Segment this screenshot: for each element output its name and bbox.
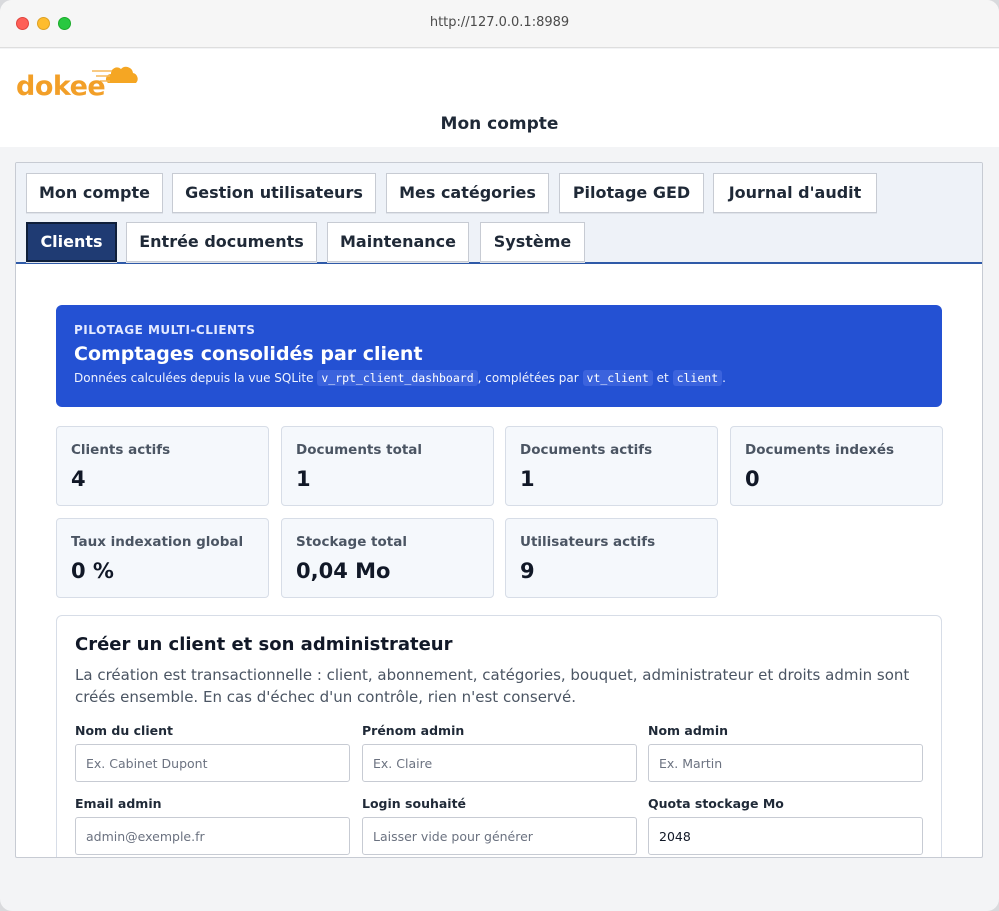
dokee-logo[interactable]: dokee [16,57,140,103]
tab-journal-audit[interactable]: Journal d'audit [713,173,877,213]
stat-card: Utilisateurs actifs 9 [505,518,718,598]
stat-card: Clients actifs 4 [56,426,269,506]
admin-lastname-input[interactable] [648,744,923,782]
tab-gestion-utilisateurs[interactable]: Gestion utilisateurs [172,173,376,213]
banner-description: Données calculées depuis la vue SQLite v… [74,370,726,386]
login-label: Login souhaité [362,796,467,811]
login-input[interactable] [362,817,637,855]
banner-desc-text: et [656,371,669,385]
browser-window: http://127.0.0.1:8989 dokee Mon compte M… [0,0,999,911]
stat-label: Utilisateurs actifs [520,534,656,550]
stat-label: Documents total [296,442,423,458]
address-bar[interactable]: http://127.0.0.1:8989 [0,15,999,30]
stat-card: Documents actifs 1 [505,426,718,506]
client-name-label: Nom du client [75,723,173,738]
stat-label: Clients actifs [71,442,171,458]
stat-card: Stockage total 0,04 Mo [281,518,494,598]
title-bar: http://127.0.0.1:8989 [0,0,999,48]
tab-pilotage-ged[interactable]: Pilotage GED [559,173,704,213]
app-header: dokee Mon compte [0,49,999,147]
banner-desc-text: . [722,371,726,385]
stat-value: 9 [520,559,535,583]
admin-email-label: Email admin [75,796,162,811]
banner-title: Comptages consolidés par client [74,343,423,365]
admin-lastname-label: Nom admin [648,723,729,738]
banner-desc-text: Données calculées depuis la vue SQLite [74,371,314,385]
stat-label: Documents indexés [745,442,895,458]
code-view-name: v_rpt_client_dashboard [317,370,478,386]
tab-mon-compte[interactable]: Mon compte [26,173,163,213]
stat-card: Documents indexés 0 [730,426,943,506]
client-name-input[interactable] [75,744,350,782]
stat-card: Documents total 1 [281,426,494,506]
stat-value: 0,04 Mo [296,559,391,583]
code-table-client: client [672,370,723,386]
admin-firstname-input[interactable] [362,744,637,782]
admin-email-input[interactable] [75,817,350,855]
stat-value: 0 % [71,559,114,583]
stat-value: 0 [745,467,760,491]
form-description: La création est transactionnelle : clien… [75,666,910,706]
tab-maintenance[interactable]: Maintenance [327,222,469,262]
stat-card: Taux indexation global 0 % [56,518,269,598]
clients-content: PILOTAGE MULTI-CLIENTS Comptages consoli… [16,266,982,857]
stat-value: 4 [71,467,86,491]
stat-value: 1 [520,467,535,491]
stat-label: Stockage total [296,534,407,550]
quota-input[interactable] [648,817,923,855]
account-panel: Mon compte Gestion utilisateurs Mes caté… [15,162,983,858]
logo-text: dokee [16,71,106,102]
stat-label: Documents actifs [520,442,653,458]
banner-desc-text: , complétées par [477,371,579,385]
create-client-form: Créer un client et son administrateur La… [56,615,942,857]
stat-value: 1 [296,467,311,491]
form-title: Créer un client et son administrateur [75,634,453,655]
page-title: Mon compte [440,114,559,134]
quota-label: Quota stockage Mo [648,796,784,811]
banner-eyebrow: PILOTAGE MULTI-CLIENTS [74,323,256,337]
tab-bar: Mon compte Gestion utilisateurs Mes caté… [16,163,982,264]
admin-firstname-label: Prénom admin [362,723,465,738]
tab-systeme[interactable]: Système [480,222,585,262]
dashboard-banner: PILOTAGE MULTI-CLIENTS Comptages consoli… [56,305,942,407]
tab-mes-categories[interactable]: Mes catégories [386,173,549,213]
tab-entree-documents[interactable]: Entrée documents [126,222,317,262]
tab-clients[interactable]: Clients [26,222,117,262]
stat-label: Taux indexation global [71,534,244,550]
code-table-vt-client: vt_client [582,370,653,386]
